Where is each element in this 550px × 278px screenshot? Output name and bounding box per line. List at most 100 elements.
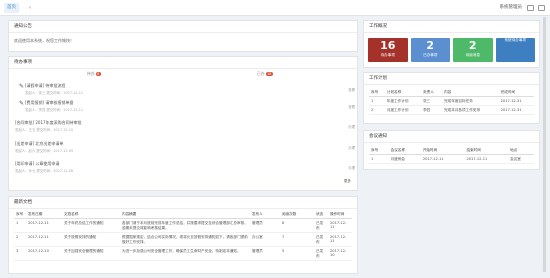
stat-label: 待办事项 [380,53,395,57]
cell: 6 [280,218,314,233]
cell: 1 [14,218,26,233]
cell: 1 [369,96,385,106]
notice-text: 欢迎使用本系统，祝您工作愉快！ [14,38,74,43]
column-header: 序号 [14,211,26,219]
cell: 5 [280,246,314,261]
task-item[interactable]: [用印申请] 公章使用申请 发起人：孙七 提交时间：2017-12-08 办理 [15,161,355,173]
table-row[interactable]: 1 2017-12-11 关于年终总结工作的通知 各部门请于本月底前完成年度工作… [14,218,352,233]
task-item[interactable]: [出差申请] 北京出差申请单 发起人：赵六 提交时间：2017-12-09 办理 [15,141,355,153]
column-header: 发布日期 [26,211,62,219]
tab-done[interactable]: 已办 18 [257,71,273,77]
table-row[interactable]: 3 2017-12-10 关于加强安全管理的通知 为进一步加强公司安全管理工作，… [14,246,352,261]
stat-label: 待阅消息 [465,53,480,57]
column-header: 文档名称 [62,211,120,219]
cell: 年度工作计划 [384,96,422,106]
stat-card-system[interactable]: 系统待办事项 [495,38,535,62]
cell: 李四 [421,105,443,115]
task-meta: 发起人：张三 提交时间：2017-12-11 [25,91,84,95]
overview-panel: 工作概况 16 待办事项 2 已办事项 2 待阅消息 系统待办事项 [363,20,540,68]
tasks-panel: 待办事项 待办 6 已办 18 ✎ [请假申请] 待审批流程 发起人：张三 提交时间… [8,56,358,191]
tasks-title: 待办事项 [9,57,357,69]
stat-label: 已办事项 [423,53,438,57]
pen-icon: ✎ [19,83,25,90]
meetings-table: 序号 会议名称 开始时间 结束时间 地点 1 月度例会 2017-12-11 2… [369,147,534,164]
stat-card-unread[interactable]: 2 待阅消息 [453,38,493,62]
task-title: [请假申请] 待审批流程 [25,83,66,88]
meetings-title: 会议通知 [364,131,539,143]
column-header: 地点 [508,147,534,155]
tab-home[interactable]: 首页 [4,3,19,13]
scrollbar[interactable] [543,17,546,272]
table-header-row: 序号 计划名称 负责人 内容 完成时间 [369,89,534,97]
task-action[interactable]: 查看 [348,87,355,92]
column-header: 负责人 [421,89,443,97]
cell: 各部门请于本月底前完成年度工作总结，并按要求提交至综合管理部汇总审核，逾期未提交… [120,218,250,233]
table-row[interactable]: 1 年度工作计划 张三 完成年度目标任务 2017-12-31 [369,96,534,106]
cell: 2017-12-11 [26,232,62,247]
column-header: 内容摘要 [120,211,250,219]
stat-label: 系统待办事项 [504,38,527,42]
cell: 管理员 [250,218,280,233]
fullscreen-icon[interactable] [538,5,545,11]
pen-icon: ✎ [19,100,25,107]
user-menu[interactable]: 系统管理员 [500,3,523,13]
table-row[interactable]: 2 月度工作计划 李四 完成本月各项工作安排 2017-12-31 [369,105,534,115]
column-header: 计划名称 [384,89,422,97]
column-header: 操作时间 [328,211,352,219]
task-action[interactable]: 办理 [348,165,355,170]
column-header: 序号 [369,147,389,155]
task-item[interactable]: [合同审批] 2017年度采购合同待审批 发起人：王五 提交时间：2017-12… [15,120,355,132]
more-link[interactable]: 更多 [344,179,351,184]
column-header: 结束时间 [464,147,509,155]
plans-title: 工作计划 [364,73,539,85]
column-header: 发布人 [250,211,280,219]
table-row[interactable]: 1 月度例会 2017-12-11 2017-12-11 会议室 [369,154,534,164]
tab-todo[interactable]: 待办 6 [87,71,101,77]
task-meta: 发起人：孙七 提交时间：2017-12-08 [15,169,74,173]
stat-card-todo[interactable]: 16 待办事项 [368,38,408,62]
task-item[interactable]: ✎ [请假申请] 待审批流程 发起人：张三 提交时间：2017-12-11 查看 [19,83,355,95]
cell: 已发布 [314,232,328,247]
task-action[interactable]: 查看 [348,104,355,109]
cell: 7 [280,232,314,247]
cell: 张三 [421,96,443,106]
cell: 会议室 [508,154,534,164]
task-title: [出差申请] 北京出差申请单 [15,141,64,146]
cell: 2017-12-31 [498,96,534,106]
column-header: 开始时间 [420,147,465,155]
column-header: 会议名称 [388,147,421,155]
refresh-icon[interactable] [527,5,534,11]
stat-number: 16 [380,39,396,52]
stat-card-done[interactable]: 2 已办事项 [410,38,450,62]
plans-table: 序号 计划名称 负责人 内容 完成时间 1 年度工作计划 张三 完成年度目标任务… [369,89,534,115]
docs-table: 序号 发布日期 文档名称 内容摘要 发布人 阅读次数 状态 操作时间 1 201… [14,211,352,261]
cell: 1 [369,154,389,164]
tab-todo-label: 待办 [87,71,95,76]
task-item[interactable]: ✎ [费用报销] 请审核报销单据 发起人：李四 提交时间：2017-12-11 … [19,100,355,112]
overview-title: 工作概况 [364,21,539,33]
task-title: [费用报销] 请审核报销单据 [25,100,74,105]
cell: 月度工作计划 [384,105,422,115]
top-bar: 首页 ‹ 系统管理员 [0,0,550,16]
column-header: 状态 [314,211,328,219]
docs-panel: 最新文档 序号 发布日期 文档名称 内容摘要 发布人 阅读次数 状态 操作时间 … [8,196,358,274]
table-header-row: 序号 发布日期 文档名称 内容摘要 发布人 阅读次数 状态 操作时间 [14,211,352,219]
docs-title: 最新文档 [9,197,357,209]
cell: 关于加强安全管理的通知 [62,246,120,261]
chevron-left-icon[interactable]: ‹ [29,3,31,13]
task-action[interactable]: 办理 [348,145,355,150]
cell: 2017-12-11 [328,218,352,233]
todo-count-badge: 6 [95,72,101,76]
task-meta: 发起人：李四 提交时间：2017-12-11 [25,108,84,112]
cell: 2017-12-10 [26,246,62,261]
meetings-panel: 会议通知 序号 会议名称 开始时间 结束时间 地点 1 月度例会 2017-12… [363,130,540,170]
task-action[interactable]: 办理 [348,124,355,129]
cell: 根据国家规定，结合公司实际情况，现将元旦放假安排通知如下，请各部门提前做好工作安… [120,232,250,247]
cell: 2 [14,232,26,247]
cell: 3 [14,246,26,261]
cell: 月度例会 [388,154,421,164]
stat-number: 2 [426,39,435,52]
table-row[interactable]: 2 2017-12-11 关于放假安排的通知 根据国家规定，结合公司实际情况，现… [14,232,352,247]
column-header: 完成时间 [498,89,534,97]
cell: 完成本月各项工作安排 [442,105,499,115]
